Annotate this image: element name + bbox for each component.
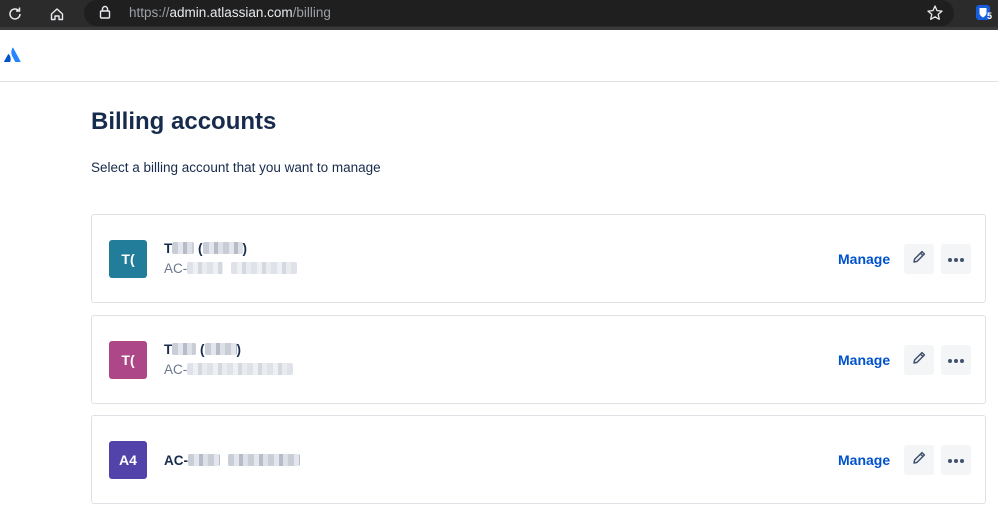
- billing-account-card: T( T () AC- Manage: [91, 315, 986, 404]
- account-avatar: T(: [109, 240, 147, 278]
- billing-account-card: T( T () AC- Manage: [91, 214, 986, 303]
- account-id: AC-: [164, 453, 300, 468]
- pencil-icon: [911, 450, 927, 471]
- account-name: T (): [164, 342, 241, 357]
- account-name-open: (: [198, 241, 203, 256]
- page-subtitle: Select a billing account that you want t…: [91, 160, 381, 175]
- account-avatar: A4: [109, 441, 147, 479]
- redacted-text: [202, 242, 243, 254]
- account-name-prefix: T: [164, 342, 173, 357]
- more-icon: [947, 250, 965, 268]
- account-id: AC-: [164, 362, 294, 377]
- extension-badge: 5: [987, 11, 993, 21]
- redacted-text: [187, 363, 294, 375]
- pencil-icon: [911, 249, 927, 270]
- account-name: T (): [164, 241, 247, 256]
- lock-icon[interactable]: [98, 4, 112, 25]
- reload-icon[interactable]: [5, 4, 25, 24]
- url-path: /billing: [292, 5, 331, 20]
- manage-link[interactable]: Manage: [838, 251, 890, 267]
- redacted-text: [227, 454, 300, 466]
- account-id-prefix: AC-: [164, 261, 188, 276]
- account-id: AC-: [164, 261, 298, 276]
- atlassian-logo[interactable]: [4, 47, 21, 67]
- more-icon: [947, 351, 965, 369]
- account-name-close: ): [242, 241, 248, 256]
- home-icon[interactable]: [47, 4, 67, 24]
- manage-link[interactable]: Manage: [838, 452, 890, 468]
- redacted-text: [187, 262, 224, 274]
- account-name-open: (: [200, 342, 205, 357]
- more-icon: [947, 451, 965, 469]
- browser-toolbar: https://admin.atlassian.com/billing 5: [0, 0, 998, 27]
- redacted-text: [172, 242, 195, 254]
- manage-link[interactable]: Manage: [838, 352, 890, 368]
- redacted-text: [172, 343, 197, 355]
- url-host: admin.atlassian.com: [169, 5, 293, 20]
- more-actions-button[interactable]: [941, 345, 971, 375]
- redacted-text: [188, 454, 220, 466]
- app-header: [0, 30, 998, 82]
- pencil-icon: [911, 350, 927, 371]
- account-name-prefix: T: [164, 241, 173, 256]
- star-icon[interactable]: [926, 4, 944, 27]
- url-text: https://admin.atlassian.com/billing: [129, 5, 331, 20]
- extension-icon[interactable]: 5: [974, 3, 994, 23]
- more-actions-button[interactable]: [941, 445, 971, 475]
- redacted-text: [231, 262, 298, 274]
- address-bar[interactable]: https://admin.atlassian.com/billing: [84, 0, 954, 26]
- redacted-text: [204, 343, 237, 355]
- more-actions-button[interactable]: [941, 244, 971, 274]
- account-avatar: T(: [109, 341, 147, 379]
- page-title: Billing accounts: [91, 108, 277, 135]
- billing-account-card: A4 AC- Manage: [91, 415, 986, 504]
- url-scheme: https://: [129, 5, 170, 20]
- account-id-prefix: AC-: [164, 362, 188, 377]
- account-id-prefix: AC-: [164, 453, 188, 468]
- edit-button[interactable]: [904, 445, 934, 475]
- edit-button[interactable]: [904, 345, 934, 375]
- account-name-close: ): [236, 342, 242, 357]
- edit-button[interactable]: [904, 244, 934, 274]
